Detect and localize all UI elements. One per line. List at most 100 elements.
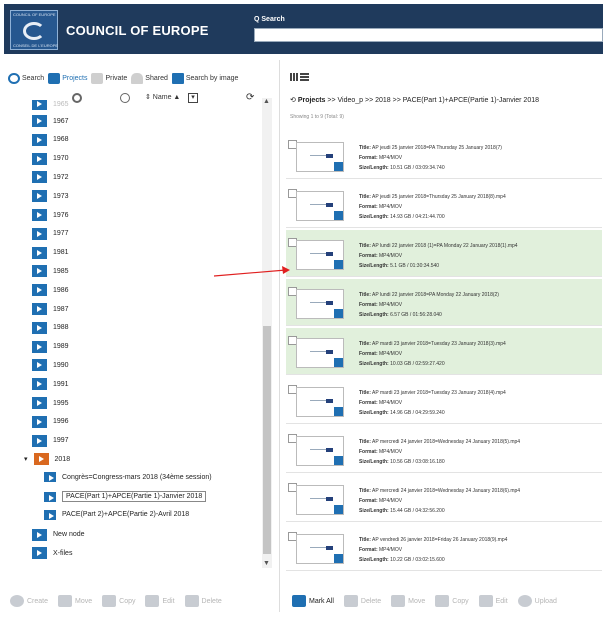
video-thumbnail[interactable] (296, 338, 344, 368)
file-row[interactable]: Title: AP lundi 22 janvier 2018=PA Monda… (286, 279, 602, 326)
play-icon[interactable] (334, 260, 343, 269)
video-thumbnail[interactable] (296, 387, 344, 417)
upload-label: Upload (534, 597, 557, 605)
format-key: Format: (359, 547, 378, 553)
video-thumbnail[interactable] (296, 240, 344, 270)
thumbnail-line (310, 547, 326, 550)
tree-item-1968[interactable]: 1968 (32, 133, 69, 146)
scrollbar-thumb[interactable] (263, 326, 271, 554)
scroll-down-icon[interactable]: ▼ (263, 560, 270, 567)
tree-item-extra[interactable]: X-files (32, 547, 72, 560)
file-row[interactable]: Title: AP mercredi 24 janvier 2018=Wedne… (286, 475, 602, 522)
file-row[interactable]: Title: AP mercredi 24 janvier 2018=Wedne… (286, 426, 602, 473)
tree-item-1990[interactable]: 1990 (32, 359, 69, 372)
file-row[interactable]: Title: AP lundi 22 janvier 2018 (1)=PA M… (286, 230, 602, 277)
tab-search[interactable]: Search (8, 72, 45, 84)
play-icon[interactable] (334, 456, 343, 465)
tree-item-1977[interactable]: 1977 (32, 227, 69, 240)
tree-item-label: 1981 (53, 249, 69, 257)
tree-item-1967[interactable]: 1967 (32, 115, 69, 127)
tree-item-1988[interactable]: 1988 (32, 321, 69, 334)
tree-scrollbar[interactable]: ▲ ▼ (262, 98, 272, 568)
tab-projects[interactable]: Projects (48, 72, 87, 84)
file-row[interactable]: Title: AP vendredi 26 janvier 2018=Frida… (286, 524, 602, 571)
video-thumbnail[interactable] (296, 142, 344, 172)
tab-shared[interactable]: Shared (131, 72, 168, 84)
move-button[interactable]: Move (58, 595, 92, 607)
video-thumbnail[interactable] (296, 534, 344, 564)
create-button[interactable]: Create (10, 595, 48, 607)
upload-button[interactable]: Upload (517, 595, 557, 607)
video-thumbnail[interactable] (296, 436, 344, 466)
file-title: AP mercredi 24 janvier 2018=Wednesday 24… (371, 488, 521, 494)
file-title: AP mardi 23 janvier 2018=Tuesday 23 Janu… (371, 390, 506, 396)
upload-icon (517, 595, 532, 607)
edit-button[interactable]: Edit (145, 595, 175, 607)
tree-item-1997[interactable]: 1997 (32, 434, 69, 447)
play-icon[interactable] (334, 309, 343, 318)
tree-item-1987[interactable]: 1987 (32, 303, 69, 315)
delete-button[interactable]: Delete (184, 595, 222, 607)
breadcrumb-root[interactable]: Projects (298, 97, 326, 104)
list-view-icon[interactable] (300, 73, 309, 81)
tree-item-1986[interactable]: 1986 (32, 284, 69, 297)
play-icon[interactable] (334, 358, 343, 367)
folder-icon (32, 265, 47, 278)
tree-item-extra[interactable]: New node (32, 528, 85, 541)
play-icon[interactable] (334, 211, 343, 220)
tree-item-1976[interactable]: 1976 (32, 209, 69, 221)
tree-item-label: 2018 (54, 455, 71, 463)
play-icon[interactable] (334, 162, 343, 171)
title-key: Title: (359, 488, 371, 494)
tree-item-partial[interactable]: 1965 (32, 100, 69, 110)
file-edit-button[interactable]: Edit (478, 595, 508, 607)
tree-item-1985[interactable]: 1985 (32, 265, 69, 278)
file-delete-button[interactable]: Delete (343, 595, 381, 607)
copy-button[interactable]: Copy (102, 595, 135, 607)
tree-item-1970[interactable]: 1970 (32, 152, 69, 165)
search-input[interactable] (254, 28, 603, 42)
tab-search-label: Search (22, 74, 45, 82)
file-format: MP4/MOV (379, 547, 403, 553)
play-icon[interactable] (334, 505, 343, 514)
tree-child-item[interactable]: PACE(Part 2)+APCE(Partie 2)-Avril 2018 (44, 509, 189, 520)
grid-view-icon[interactable] (290, 73, 298, 81)
video-thumbnail[interactable] (296, 485, 344, 515)
folder-icon (32, 321, 47, 334)
history-icon[interactable]: ⟲ (290, 97, 298, 104)
thumbnail-line (310, 302, 326, 305)
tree-item-1995[interactable]: 1995 (32, 397, 69, 409)
tree-item-2018[interactable]: ▾ 2018 (24, 453, 71, 466)
tab-search-by-image[interactable]: Search by image (171, 72, 238, 84)
mark-all-button[interactable]: Mark All (292, 595, 334, 607)
file-move-button[interactable]: Move (391, 595, 425, 607)
tree-item-1991[interactable]: 1991 (32, 378, 69, 391)
tree-child-item[interactable]: PACE(Part 1)+APCE(Partie 1)-Janvier 2018 (44, 491, 207, 502)
breadcrumb-path[interactable]: >> Video_p >> 2018 >> PACE(Part 1)+APCE(… (325, 97, 539, 104)
expand-caret-icon[interactable]: ▾ (24, 455, 28, 463)
file-row[interactable]: Title: AP jeudi 25 janvier 2018=Thursday… (286, 181, 602, 228)
file-meta: Title: AP jeudi 25 janvier 2018=PA Thurs… (359, 143, 502, 173)
file-row[interactable]: Title: AP mardi 23 janvier 2018=Tuesday … (286, 377, 602, 424)
tree-item-1989[interactable]: 1989 (32, 340, 69, 353)
tree-item-1981[interactable]: 1981 (32, 246, 69, 259)
scroll-up-icon[interactable]: ▲ (263, 98, 270, 105)
play-icon[interactable] (334, 554, 343, 563)
tab-shared-label: Shared (145, 74, 168, 82)
folder-icon (32, 209, 47, 221)
tab-private[interactable]: Private (91, 72, 128, 84)
tab-private-label: Private (105, 74, 128, 82)
video-thumbnail[interactable] (296, 289, 344, 319)
tree-item-1973[interactable]: 1973 (32, 190, 69, 203)
video-thumbnail[interactable] (296, 191, 344, 221)
file-row[interactable]: Title: AP jeudi 25 janvier 2018=PA Thurs… (286, 132, 602, 179)
file-copy-button[interactable]: Copy (435, 595, 469, 607)
council-logo[interactable]: COUNCIL OF EUROPE CONSEIL DE L'EUROPE (10, 10, 58, 50)
tree-item-1972[interactable]: 1972 (32, 171, 69, 184)
file-row[interactable]: Title: AP mardi 23 janvier 2018=Tuesday … (286, 328, 602, 375)
tree-child-item[interactable]: Congrès=Congress-mars 2018 (34ème sessio… (44, 472, 212, 483)
play-icon[interactable] (334, 407, 343, 416)
file-size: 10.03 GB / 02:59:27.420 (390, 361, 445, 367)
tree-item-label: 1973 (53, 192, 69, 200)
tree-item-1996[interactable]: 1996 (32, 415, 69, 428)
